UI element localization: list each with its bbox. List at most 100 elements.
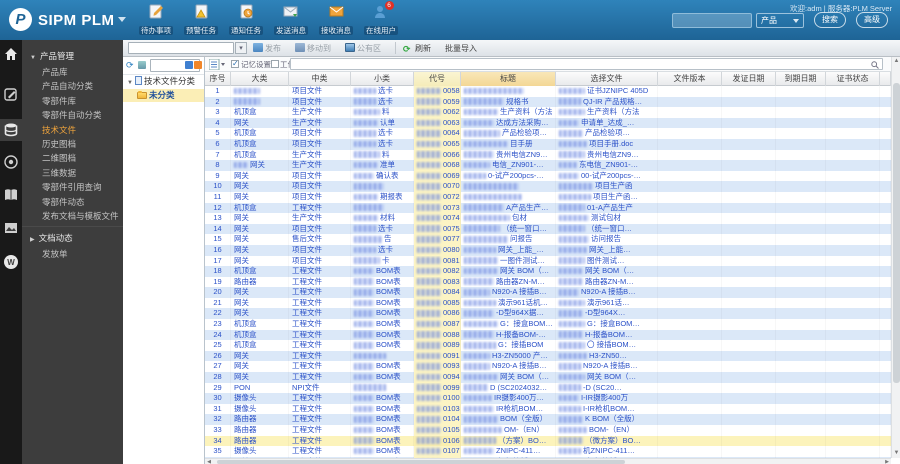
cell-file[interactable]: 证书JZNIPC 405D bbox=[556, 86, 658, 97]
column-header-大类[interactable]: 大类 bbox=[231, 72, 289, 86]
cell-title[interactable]: 包材 bbox=[461, 213, 556, 224]
table-row[interactable]: 19 路由器 工程文件 BOM表 0083 路由器ZN-M… 路由器ZN-M… bbox=[205, 276, 891, 288]
cell-title[interactable]: G：接盒BOM… bbox=[461, 319, 556, 330]
cell-file[interactable]: -D型964X… bbox=[556, 308, 658, 319]
tree-expand-caret[interactable]: ▼ bbox=[127, 80, 133, 86]
cell-title[interactable]: 贵州电信ZN9… bbox=[461, 150, 556, 161]
table-row[interactable]: 23 机顶盒 工程文件 BOM表 0087 G：接盒BOM… G：接盒BOM… bbox=[205, 319, 891, 330]
table-row[interactable]: 22 网关 工程文件 BOM表 0086 -D型964X据… -D型964X… bbox=[205, 308, 891, 320]
sidebar-group-product-mgmt[interactable]: ▼ 产品管理 bbox=[22, 48, 123, 65]
cell-file[interactable]: 测试包材 bbox=[556, 213, 658, 224]
table-row[interactable]: 34 路由器 工程文件 BOM表 0106 （方案）BO… （微方案）BO… bbox=[205, 435, 891, 447]
refresh-button[interactable]: ⟳ 刷新 bbox=[403, 42, 431, 55]
column-header-中类[interactable]: 中类 bbox=[289, 72, 351, 86]
table-row[interactable]: 12 机顶盒 工程文件 0073 A产品生产… 01-A产品生产 bbox=[205, 202, 891, 214]
book-icon[interactable] bbox=[3, 187, 19, 203]
scroll-down-arrow[interactable]: ▼ bbox=[892, 449, 900, 458]
tree-root-node[interactable]: ▼ 技术文件分类 bbox=[123, 75, 204, 89]
publish-button[interactable]: 发布 bbox=[253, 42, 281, 55]
table-row[interactable]: 21 网关 工程文件 BOM表 0085 演示961话机… 演示961话… bbox=[205, 297, 891, 309]
module-receive-message[interactable]: 接收消息 bbox=[313, 4, 359, 38]
table-row[interactable]: 35 摄像头 工程文件 BOM表 0107 ZNIPC-411… 机ZNIPC-411… bbox=[205, 446, 891, 457]
module-todo[interactable]: 待办事项 bbox=[133, 4, 179, 38]
move-to-button[interactable]: 移动到 bbox=[295, 42, 331, 55]
cell-file[interactable]: 贵州电信ZN9… bbox=[556, 150, 658, 161]
cell-title[interactable]: 网关 BOM（… bbox=[461, 372, 556, 383]
module-online-users[interactable]: 6 在线用户 bbox=[358, 1, 404, 38]
cell-file[interactable]: 图件测试… bbox=[556, 256, 658, 267]
cell-title[interactable] bbox=[461, 192, 556, 203]
cell-file[interactable]: （统一窗口… bbox=[556, 224, 658, 235]
tree-node-unclassified[interactable]: 未分类 bbox=[123, 88, 204, 102]
saved-filter-input[interactable] bbox=[128, 42, 234, 54]
table-search-input[interactable] bbox=[290, 58, 883, 70]
vertical-scroll-thumb[interactable] bbox=[893, 83, 900, 383]
cell-title[interactable]: 目手册 bbox=[461, 139, 556, 150]
scroll-up-arrow[interactable]: ▲ bbox=[892, 57, 900, 66]
column-header-标题[interactable]: 标题 bbox=[461, 72, 556, 86]
module-alert-task[interactable]: 预警任务 bbox=[178, 4, 224, 38]
table-row[interactable]: 25 机顶盒 工程文件 BOM表 0089 G：接插BOM 〇 接插BOM… bbox=[205, 340, 891, 351]
cell-file[interactable]: 项目手册.doc bbox=[556, 139, 658, 150]
table-row[interactable]: 16 网关 项目文件 选卡 0080 网关_上能_… 网关_上能… bbox=[205, 244, 891, 256]
cell-title[interactable]: -D型964X据… bbox=[461, 308, 556, 319]
sidebar-item-4[interactable]: 技术文件 bbox=[22, 123, 123, 137]
sidebar-item-3[interactable]: 零部件自动分类 bbox=[22, 108, 123, 122]
cell-file[interactable]: 申请单_达成_… bbox=[556, 118, 658, 129]
table-row[interactable]: 30 摄像头 工程文件 BOM表 0100 IR摄影400万… I-IR摄影400万 bbox=[205, 393, 891, 404]
table-row[interactable]: 11 网关 项目文件 期报表 0072 项目生产函… bbox=[205, 191, 891, 203]
cell-file[interactable]: 项目生产函 bbox=[556, 181, 658, 192]
cell-title[interactable]: 0-试产200pcs-… bbox=[461, 171, 556, 182]
cell-file[interactable]: 访问报告 bbox=[556, 234, 658, 245]
cell-title[interactable]: 演示961话机… bbox=[461, 298, 556, 309]
cell-title[interactable]: IR摄影400万… bbox=[461, 393, 556, 404]
cell-file[interactable]: I-IR摄影400万 bbox=[556, 393, 658, 404]
cell-file[interactable]: H-报备BOM… bbox=[556, 330, 658, 341]
cell-title[interactable]: 达成方法采购… bbox=[461, 118, 556, 129]
database-icon[interactable] bbox=[0, 119, 22, 141]
tree-filter-icon[interactable] bbox=[194, 61, 202, 69]
filter-dropdown-button[interactable]: ▾ bbox=[235, 42, 247, 54]
table-row[interactable]: 24 机顶盒 工程文件 BOM表 0088 H-报备BOM-… H-报备BOM… bbox=[205, 329, 891, 341]
table-row[interactable]: 14 网关 项目文件 选卡 0075 （统一窗口… （统一窗口… bbox=[205, 223, 891, 235]
cell-file[interactable]: 00-试产200pcs-… bbox=[556, 171, 658, 182]
cell-title[interactable]: N920-A 接插B… bbox=[461, 361, 556, 372]
tree-refresh-icon[interactable]: ⟳ bbox=[126, 61, 136, 70]
workspace-checkbox[interactable] bbox=[271, 60, 279, 68]
wechat-icon[interactable]: W bbox=[3, 254, 19, 270]
column-header-证书状态[interactable]: 证书状态 bbox=[826, 72, 880, 86]
cell-title[interactable]: （统一窗口… bbox=[461, 224, 556, 235]
batch-import-button[interactable]: 批量导入 bbox=[445, 42, 477, 55]
cell-file[interactable]: QJ-IR 产品规格… bbox=[556, 97, 658, 108]
cell-title[interactable]: H-报备BOM-… bbox=[461, 330, 556, 341]
tree-structure-icon[interactable] bbox=[138, 61, 146, 69]
scroll-right-arrow[interactable]: ▶ bbox=[883, 459, 891, 464]
cell-title[interactable]: 路由器ZN-M… bbox=[461, 277, 556, 288]
table-row[interactable]: 1 项目文件 选卡 0058 证书JZNIPC 405D bbox=[205, 86, 891, 97]
table-row[interactable]: 2 项目文件 选卡 0059 规格书 QJ-IR 产品规格… bbox=[205, 96, 891, 108]
cell-file[interactable]: 产品检验项… bbox=[556, 128, 658, 139]
cell-file[interactable]: -D (SC20… bbox=[556, 383, 658, 394]
cell-file[interactable]: K BOM（全版） bbox=[556, 414, 658, 425]
table-row[interactable]: 4 网关 生产文件 认单 0063 达成方法采购… 申请单_达成_… bbox=[205, 117, 891, 129]
cell-file[interactable]: 路由器ZN-M… bbox=[556, 277, 658, 288]
search-button[interactable]: 搜索 bbox=[814, 12, 846, 28]
module-notify-task[interactable]: 通知任务 bbox=[223, 4, 269, 38]
cell-file[interactable]: N920-A 接插B… bbox=[556, 361, 658, 372]
cell-file[interactable]: 生产资料（方法 bbox=[556, 107, 658, 118]
sidebar-item-9[interactable]: 零部件动态 bbox=[22, 195, 123, 209]
table-row[interactable]: 3 机顶盒 生产文件 料 0062 生产资料（方法 生产资料（方法 bbox=[205, 107, 891, 118]
sidebar-item-6[interactable]: 二维图档 bbox=[22, 151, 123, 165]
sidebar-item-bottom[interactable]: 发放单 bbox=[22, 247, 123, 261]
sidebar-item-10[interactable]: 发布文档与模板文件 bbox=[22, 209, 123, 223]
column-header-选择文件[interactable]: 选择文件 bbox=[556, 72, 658, 86]
sidebar-item-7[interactable]: 三维数据 bbox=[22, 166, 123, 180]
table-row[interactable]: 26 网关 工程文件 0091 H3-ZN5000 产… H3-ZN50… bbox=[205, 350, 891, 362]
scroll-left-arrow[interactable]: ◀ bbox=[205, 459, 213, 464]
table-row[interactable]: 31 摄像头 工程文件 BOM表 0103 IR枪机BOM… I-IR枪机BOM… bbox=[205, 403, 891, 415]
cell-file[interactable]: H3-ZN50… bbox=[556, 351, 658, 362]
support-icon[interactable] bbox=[3, 154, 19, 170]
table-row[interactable]: 13 网关 生产文件 材料 0074 包材 测试包材 bbox=[205, 213, 891, 224]
cell-title[interactable]: 电信_ZN901-… bbox=[461, 160, 556, 171]
cell-file[interactable]: 项目生产函… bbox=[556, 192, 658, 203]
